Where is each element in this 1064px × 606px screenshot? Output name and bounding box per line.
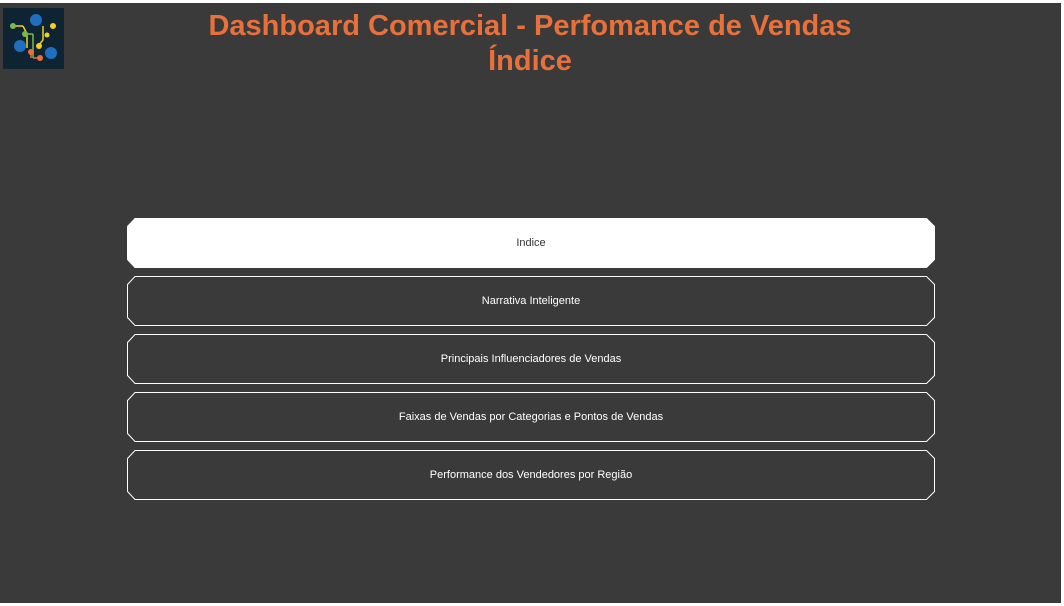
nav-button-indice[interactable]: Indice — [127, 218, 935, 268]
page-subtitle: Índice — [488, 45, 572, 77]
index-navigation: Indice Narrativa Inteligente Principais … — [127, 218, 935, 508]
nav-button-label: Principais Influenciadores de Vendas — [440, 353, 622, 365]
report-canvas: Dashboard Comercial - Perfomance de Vend… — [0, 3, 1061, 603]
nav-button-faixas-de-vendas[interactable]: Faixas de Vendas por Categorias e Pontos… — [127, 392, 935, 442]
nav-button-label: Indice — [516, 237, 546, 249]
nav-button-label: Faixas de Vendas por Categorias e Pontos… — [398, 411, 664, 423]
nav-button-principais-influenciadores[interactable]: Principais Influenciadores de Vendas — [127, 334, 935, 384]
page-title: Dashboard Comercial - Perfomance de Vend… — [208, 10, 852, 42]
nav-button-performance-vendedores[interactable]: Performance dos Vendedores por Região — [127, 450, 935, 500]
network-nodes-icon — [3, 8, 64, 69]
nav-button-narrativa-inteligente[interactable]: Narrativa Inteligente — [127, 276, 935, 326]
nav-button-label: Performance dos Vendedores por Região — [429, 469, 633, 481]
nav-button-label: Narrativa Inteligente — [481, 295, 581, 307]
